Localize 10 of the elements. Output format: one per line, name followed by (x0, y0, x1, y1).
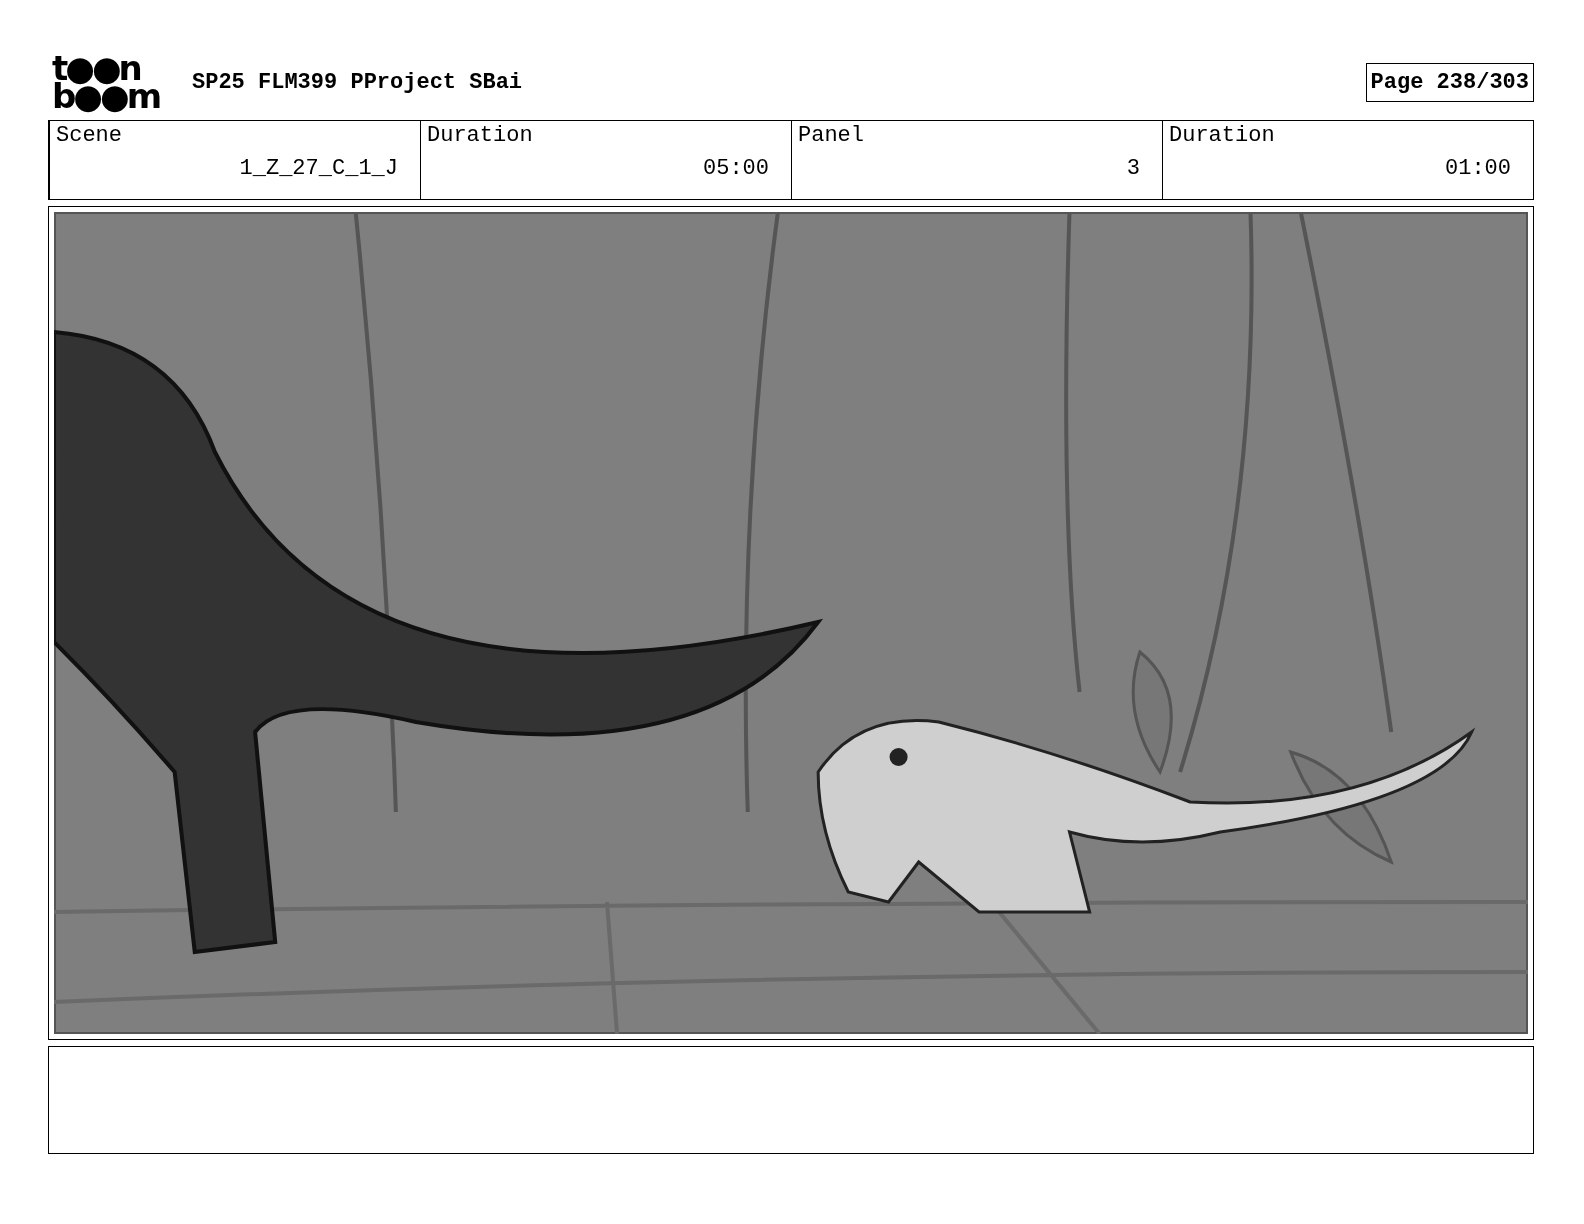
field-label: Panel (798, 123, 865, 148)
field-value: 1_Z_27_C_1_J (239, 156, 398, 181)
field-label: Duration (1169, 123, 1276, 148)
field-value: 01:00 (1445, 156, 1511, 181)
page-number: Page 238/303 (1365, 62, 1534, 102)
field-label: Duration (427, 123, 534, 148)
field-value: 3 (1126, 156, 1140, 181)
field-label: Scene (56, 123, 123, 148)
document-title: SP25 FLM399 PProject SBai (192, 69, 524, 95)
field-value: 05:00 (703, 156, 769, 181)
